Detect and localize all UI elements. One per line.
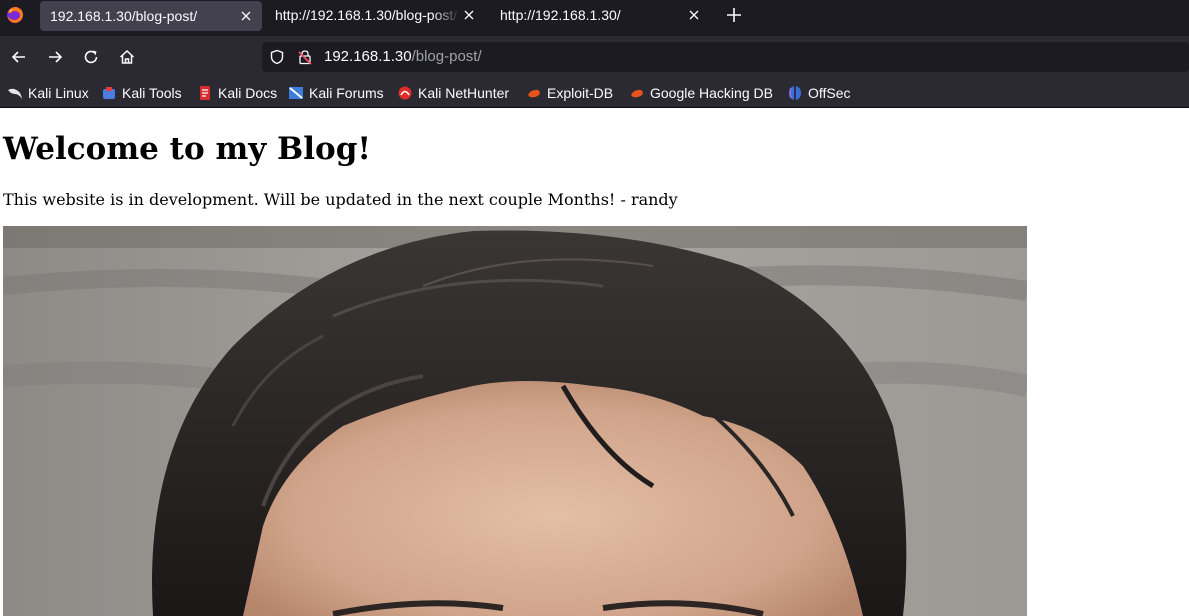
bookmark-label: Kali Docs [218,85,278,101]
tab-blog-post[interactable]: http://192.168.1.30/blog-post/ [265,0,485,32]
firefox-menu-icon[interactable] [4,4,26,26]
tab-title: http://192.168.1.30/ [500,7,621,23]
reload-icon[interactable] [81,47,101,67]
portrait-photo [3,226,1027,616]
close-tab-icon[interactable] [238,8,254,24]
url-path: /blog-post/ [411,48,482,65]
close-tab-icon[interactable] [686,7,702,23]
bookmark-label: OffSec [808,85,851,101]
insecure-lock-icon[interactable] [297,49,313,65]
exploit-db-icon [528,89,540,98]
bookmark-kali-forums[interactable]: Kali Forums [288,84,384,102]
tracking-protection-shield-icon[interactable] [269,49,285,65]
url-host: 192.168.1.30 [324,48,412,65]
kali-forums-icon [289,87,303,99]
bookmarks-toolbar: Kali Linux Kali Tools Kali Docs Kali For… [0,78,1189,108]
bookmark-kali-docs[interactable]: Kali Docs [197,84,277,102]
kali-nethunter-icon [398,86,412,100]
bookmark-label: Kali Tools [122,85,182,101]
forward-arrow-icon[interactable] [45,47,65,67]
page-content: Welcome to my Blog! This website is in d… [0,109,1189,616]
bookmark-label: Kali Linux [28,85,89,101]
url-text[interactable]: 192.168.1.30/blog-post/ [324,48,482,66]
kali-dragon-icon [8,88,22,99]
bookmark-label: Google Hacking DB [650,85,773,101]
home-icon[interactable] [117,47,137,67]
back-arrow-icon[interactable] [9,47,29,67]
kali-tools-icon [103,87,115,99]
bookmark-offsec[interactable]: OffSec [787,84,851,102]
tab-title: http://192.168.1.30/blog-post/ [275,7,458,23]
tab-title: 192.168.1.30/blog-post/ [50,8,198,24]
bookmark-label: Exploit-DB [547,85,614,101]
tab-strip: 192.168.1.30/blog-post/ http://192.168.1… [0,0,1189,36]
bookmark-exploit-db[interactable]: Exploit-DB [526,84,613,102]
bookmark-label: Kali Forums [309,85,384,101]
tab-blog-post-active[interactable]: 192.168.1.30/blog-post/ [40,1,262,31]
bookmark-label: Kali NetHunter [418,85,510,101]
new-tab-icon[interactable] [724,5,744,25]
bookmark-kali-nethunter[interactable]: Kali NetHunter [397,84,509,102]
tab-home[interactable]: http://192.168.1.30/ [490,0,710,32]
kali-docs-icon [200,86,210,100]
page-heading: Welcome to my Blog! [3,131,371,167]
ghdb-icon [631,89,643,98]
page-paragraph: This website is in development. Will be … [3,190,678,209]
bookmark-kali-linux[interactable]: Kali Linux [7,84,89,102]
offsec-icon [789,86,801,100]
bookmark-google-hacking-db[interactable]: Google Hacking DB [629,84,773,102]
close-tab-icon[interactable] [461,7,477,23]
bookmark-kali-tools[interactable]: Kali Tools [101,84,182,102]
